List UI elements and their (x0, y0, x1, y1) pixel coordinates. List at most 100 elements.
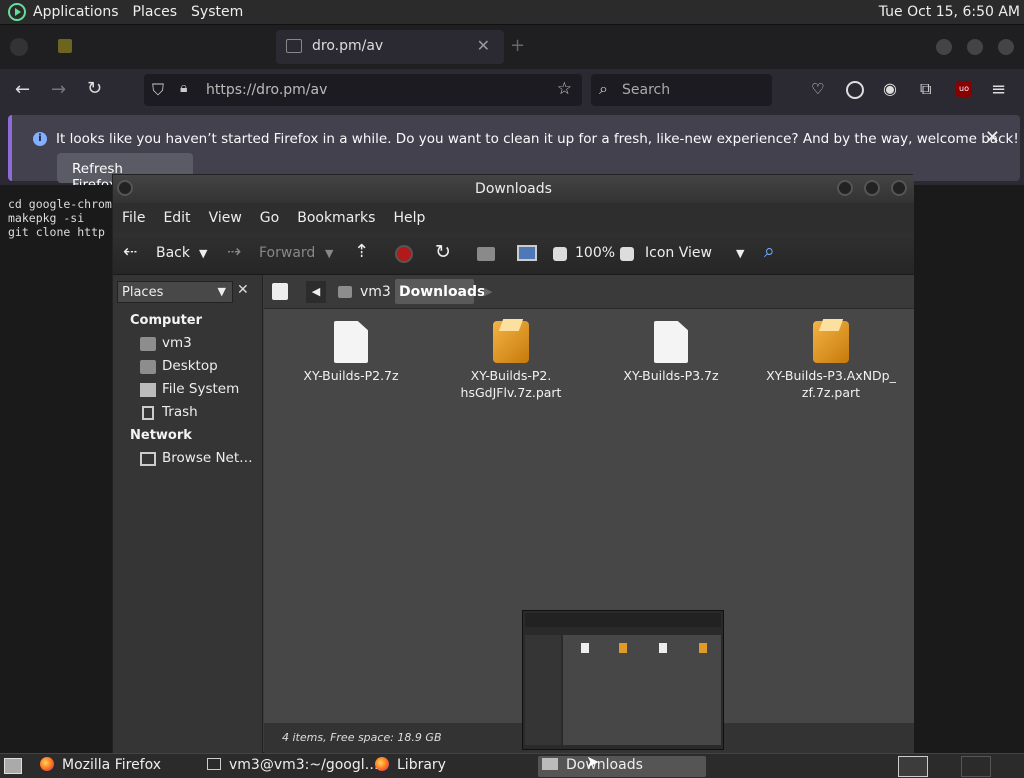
back-arrow-icon[interactable]: ← (15, 79, 30, 100)
sidebar-item-browse-network[interactable]: Browse Net… (162, 450, 253, 466)
file-item[interactable]: XY-Builds-P2.7z (276, 321, 426, 384)
forward-arrow-icon[interactable]: → (51, 79, 66, 100)
taskbar-item-firefox[interactable]: Mozilla Firefox (36, 756, 165, 777)
tab-active[interactable]: dro.pm/av ✕ (276, 30, 504, 64)
close-sidebar-icon[interactable]: ✕ (237, 282, 249, 298)
thumbnail-menu-bar (525, 613, 721, 627)
menu-go[interactable]: Go (251, 210, 288, 226)
menu-bar: File Edit View Go Bookmarks Help (113, 203, 914, 233)
close-window-icon[interactable] (998, 39, 1014, 55)
window-preview-thumbnail[interactable] (522, 610, 724, 750)
bottom-taskbar: Mozilla Firefox vm3@vm3:~/googl… Library… (0, 753, 1024, 778)
file-name: XY-Builds-P2.7z (303, 368, 399, 383)
reload-icon[interactable]: ↻ (435, 241, 451, 263)
stop-icon[interactable] (395, 245, 413, 263)
forward-history-chevron-icon[interactable]: ▼ (325, 247, 333, 260)
notification-message: It looks like you haven’t started Firefo… (56, 131, 1019, 147)
zoom-out-icon[interactable] (553, 247, 567, 261)
workspace-switcher-1[interactable] (898, 756, 928, 777)
computer-icon[interactable] (517, 245, 537, 261)
search-placeholder: Search (622, 82, 671, 98)
taskbar-label: Mozilla Firefox (62, 757, 162, 773)
edit-location-icon[interactable] (272, 283, 288, 300)
sidebar-item-vm3[interactable]: vm3 (162, 335, 192, 351)
path-left-chevron-icon[interactable]: ◀ (306, 281, 326, 303)
tab-list-icon[interactable] (10, 38, 28, 56)
file-name: XY-Builds-P2. hsGdJFlv.7z.part (460, 368, 562, 400)
url-bar[interactable]: ⛉ 🔒︎ https://dro.pm/av ☆ (144, 74, 582, 106)
minimize-icon[interactable] (837, 180, 853, 196)
menu-applications[interactable]: Applications (26, 4, 126, 20)
background-tab-favicon-icon (58, 39, 72, 53)
maximize-window-icon[interactable] (967, 39, 983, 55)
menu-view[interactable]: View (200, 210, 251, 226)
bookmark-star-icon[interactable]: ☆ (557, 79, 572, 99)
close-icon[interactable] (891, 180, 907, 196)
distro-logo-icon[interactable] (8, 3, 26, 21)
menu-system[interactable]: System (184, 4, 250, 20)
hamburger-menu-icon[interactable]: ≡ (991, 79, 1006, 100)
account-icon[interactable]: ◉ (883, 79, 897, 98)
extensions-puzzle-icon[interactable]: ⧉ (920, 79, 931, 99)
taskbar-label: Downloads (566, 757, 643, 773)
home-folder-icon[interactable] (477, 247, 495, 261)
search-icon[interactable]: ⌕ (764, 240, 775, 262)
back-button[interactable]: Back (156, 245, 190, 261)
close-notification-icon[interactable]: ✕ (985, 127, 1000, 148)
desktop-folder-icon (140, 360, 156, 374)
search-icon: ⌕ (599, 79, 608, 98)
sidebar-item-trash[interactable]: Trash (162, 404, 198, 420)
view-mode-chevron-icon[interactable]: ▼ (736, 247, 744, 260)
workspace-switcher-2[interactable] (961, 756, 991, 777)
zoom-level: 100% (575, 245, 616, 261)
window-menu-icon[interactable] (117, 180, 133, 196)
file-item[interactable]: XY-Builds-P3.7z (596, 321, 746, 384)
maximize-icon[interactable] (864, 180, 880, 196)
menu-places[interactable]: Places (126, 4, 185, 20)
menu-bookmarks[interactable]: Bookmarks (288, 210, 384, 226)
view-mode-select[interactable]: Icon View (645, 245, 712, 261)
shield-icon[interactable]: ⛉ (152, 80, 164, 100)
sidebar-item-desktop[interactable]: Desktop (162, 358, 218, 374)
window-titlebar[interactable]: Downloads (113, 175, 914, 203)
taskbar-item-terminal[interactable]: vm3@vm3:~/googl… (203, 756, 383, 777)
places-combo[interactable]: Places ▼ (117, 281, 233, 303)
menu-file[interactable]: File (113, 210, 154, 226)
sidebar: Places ▼ ✕ Computer vm3 Desktop File Sys… (113, 275, 263, 753)
show-desktop-icon[interactable] (4, 758, 22, 774)
document-file-icon (334, 321, 368, 363)
new-tab-icon[interactable]: + (510, 35, 525, 56)
menu-edit[interactable]: Edit (154, 210, 199, 226)
places-combo-label: Places (122, 285, 164, 300)
lock-icon[interactable]: 🔒︎ (180, 80, 187, 96)
back-arrow-icon[interactable]: ⇠ (123, 242, 137, 262)
forward-arrow-icon[interactable]: ⇢ (227, 242, 241, 262)
file-name: XY-Builds-P3.AxNDp_ zf.7z.part (766, 368, 896, 400)
back-history-chevron-icon[interactable]: ▼ (199, 247, 207, 260)
thumbnail-toolbar (525, 627, 721, 635)
up-arrow-icon[interactable]: ⇡ (354, 241, 369, 262)
forward-button[interactable]: Forward (259, 245, 315, 261)
tab-close-icon[interactable]: ✕ (477, 36, 490, 55)
sidebar-item-file-system[interactable]: File System (162, 381, 239, 397)
pocket-icon[interactable]: ♡ (811, 80, 824, 98)
taskbar-item-library[interactable]: Library (371, 756, 450, 777)
sidebar-header-computer: Computer (130, 313, 203, 328)
ublock-icon[interactable]: uo (956, 81, 972, 97)
reload-icon[interactable]: ↻ (87, 78, 102, 99)
file-item[interactable]: XY-Builds-P2. hsGdJFlv.7z.part (436, 321, 586, 401)
menu-help[interactable]: Help (384, 210, 434, 226)
url-text[interactable]: https://dro.pm/av (206, 82, 327, 98)
sync-circle-icon[interactable] (846, 81, 864, 99)
panel-clock[interactable]: Tue Oct 15, 6:50 AM (879, 4, 1024, 20)
file-item[interactable]: XY-Builds-P3.AxNDp_ zf.7z.part (756, 321, 906, 401)
path-right-chevron-icon[interactable]: ▶ (484, 285, 492, 298)
search-bar[interactable]: ⌕ Search (591, 74, 772, 106)
taskbar-label: Library (397, 757, 446, 773)
minimize-window-icon[interactable] (936, 39, 952, 55)
window-title: Downloads (475, 181, 552, 197)
taskbar-item-downloads[interactable]: Downloads (538, 756, 706, 777)
zoom-in-icon[interactable] (620, 247, 634, 261)
path-segment-active[interactable]: Downloads (395, 279, 485, 304)
path-segment-vm3[interactable]: vm3 (360, 284, 391, 300)
